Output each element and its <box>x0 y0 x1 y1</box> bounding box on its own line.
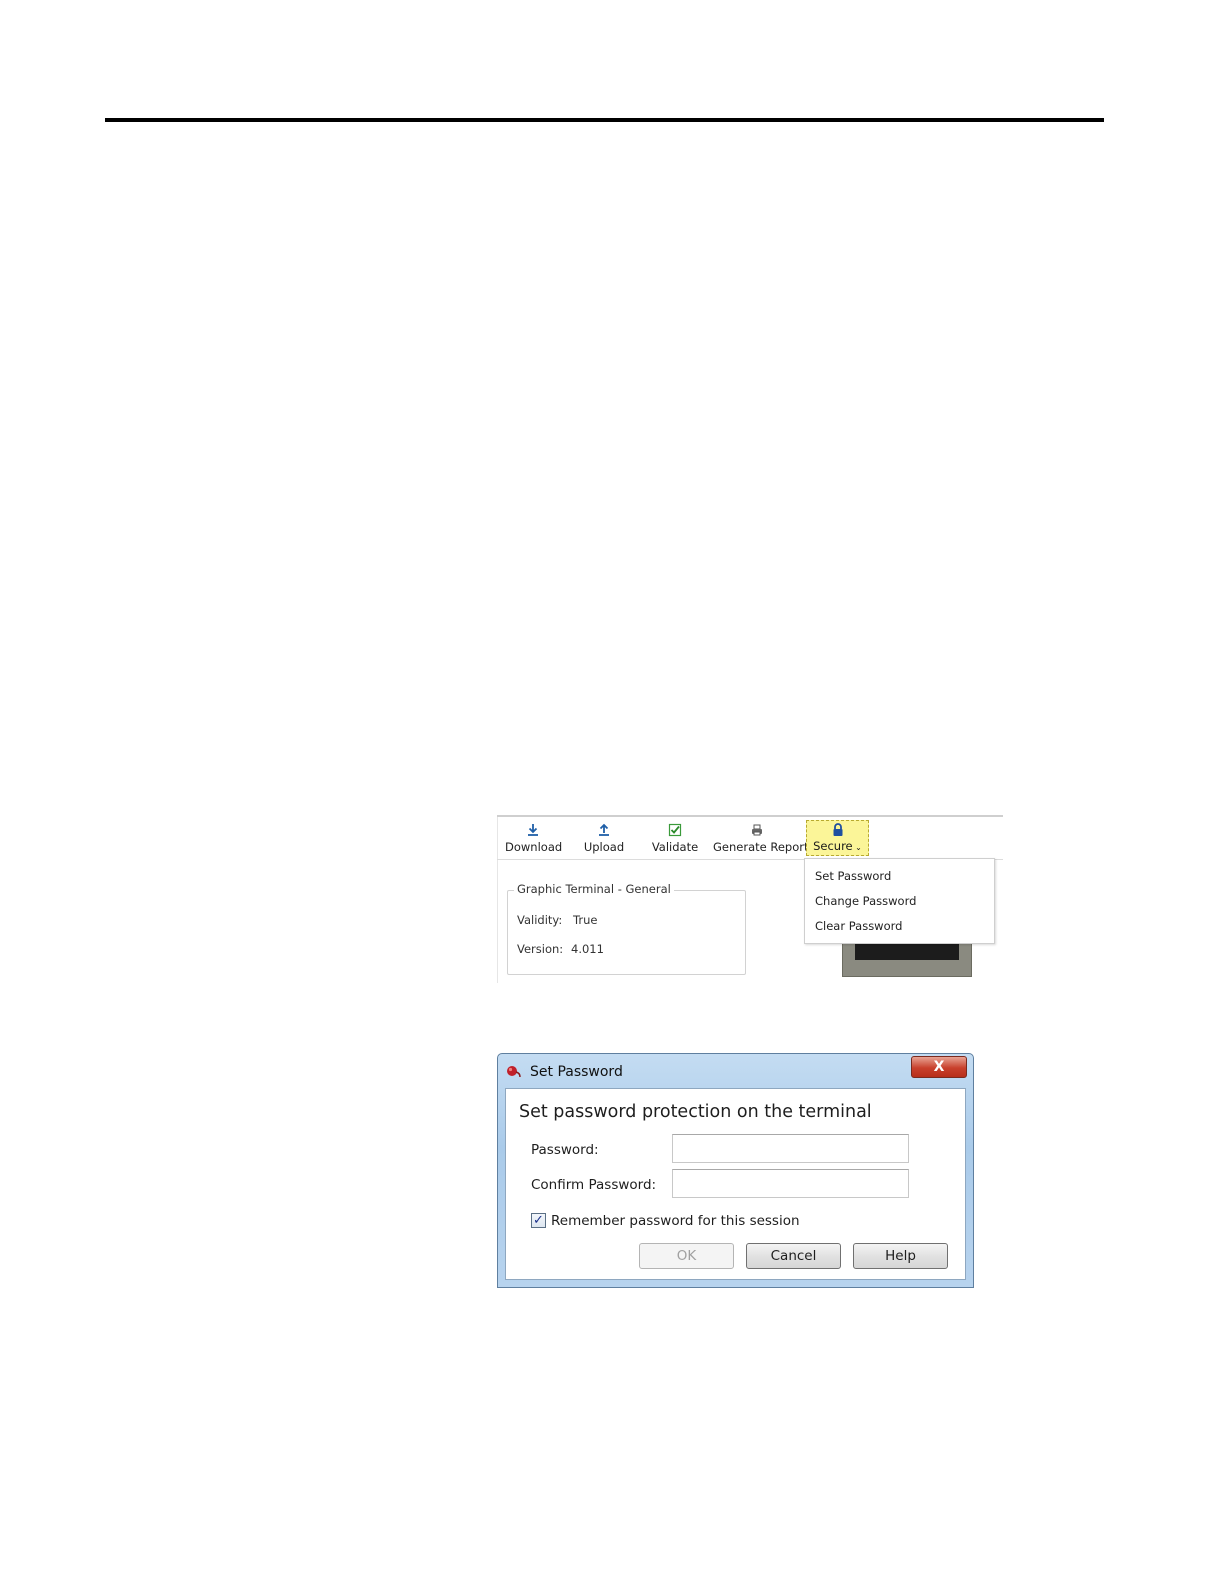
ok-button[interactable]: OK <box>639 1243 734 1269</box>
version-row: Version: 4.011 <box>517 942 604 956</box>
dialog-body: Set password protection on the terminal … <box>505 1088 966 1280</box>
validity-row: Validity: True <box>517 913 597 927</box>
chevron-down-icon: ⌄ <box>852 843 862 852</box>
secure-button[interactable]: Secure ⌄ <box>806 820 869 856</box>
download-icon <box>505 823 561 839</box>
generate-report-button[interactable]: Generate Report <box>713 823 809 859</box>
close-icon: X <box>933 1059 945 1075</box>
password-label: Password: <box>531 1142 599 1158</box>
close-button[interactable]: X <box>911 1056 967 1078</box>
validate-button[interactable]: Validate <box>650 823 700 859</box>
cancel-button[interactable]: Cancel <box>746 1243 841 1269</box>
validate-check-icon <box>650 823 700 839</box>
menu-item-change-password[interactable]: Change Password <box>815 894 916 908</box>
confirm-password-field[interactable] <box>672 1169 909 1198</box>
graphic-terminal-panel: Graphic Terminal - General Validity: Tru… <box>507 882 746 975</box>
validity-value: True <box>573 913 598 927</box>
printer-icon <box>713 823 801 839</box>
checkmark-icon: ✓ <box>533 1213 544 1228</box>
app-icon <box>506 1064 524 1078</box>
download-button[interactable]: Download <box>505 823 563 859</box>
upload-button[interactable]: Upload <box>580 823 628 859</box>
menu-item-clear-password[interactable]: Clear Password <box>815 919 902 933</box>
validity-label: Validity: <box>517 913 563 927</box>
version-label: Version: <box>517 942 564 956</box>
menu-item-set-password[interactable]: Set Password <box>815 869 891 883</box>
panel-title: Graphic Terminal - General <box>514 882 674 896</box>
generate-report-label: Generate Report <box>713 840 809 854</box>
remember-password-checkbox[interactable]: ✓ <box>531 1213 546 1228</box>
version-value: 4.011 <box>571 942 604 956</box>
toolbar-left-border <box>497 817 498 983</box>
dialog-title: Set Password <box>530 1064 623 1080</box>
secure-dropdown-menu: Set Password Change Password Clear Passw… <box>804 858 995 944</box>
remember-password-label: Remember password for this session <box>551 1213 800 1229</box>
validate-label: Validate <box>651 840 699 854</box>
password-field[interactable] <box>672 1134 909 1163</box>
confirm-password-label: Confirm Password: <box>531 1177 657 1193</box>
upload-icon <box>580 823 628 839</box>
page-header-rule <box>105 118 1104 122</box>
secure-label: Secure ⌄ <box>807 839 868 855</box>
lock-icon <box>807 823 868 839</box>
dialog-heading: Set password protection on the terminal <box>519 1102 872 1122</box>
set-password-dialog: Set Password X Set password protection o… <box>497 1053 974 1288</box>
toolbar-screenshot: Download Upload Validate Generate Report… <box>497 815 1003 985</box>
toolbar-top-border <box>497 815 1003 817</box>
upload-label: Upload <box>583 840 625 854</box>
download-label: Download <box>505 840 563 854</box>
secure-label-text: Secure <box>813 839 853 853</box>
help-button[interactable]: Help <box>853 1243 948 1269</box>
